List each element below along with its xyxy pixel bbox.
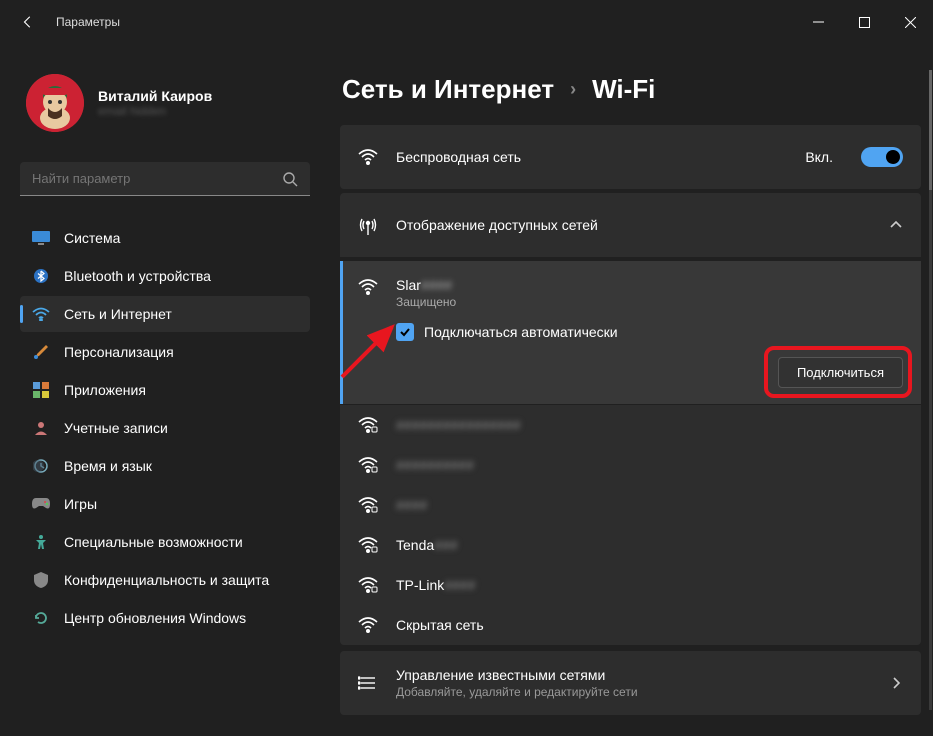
search-box[interactable] bbox=[20, 162, 310, 196]
apps-icon bbox=[32, 381, 50, 399]
auto-connect-checkbox[interactable] bbox=[396, 323, 414, 341]
back-button[interactable] bbox=[12, 6, 44, 38]
arrow-left-icon bbox=[21, 15, 35, 29]
sidebar: Виталий Каиров email hidden Система Blue… bbox=[20, 44, 310, 724]
bluetooth-icon bbox=[32, 267, 50, 285]
maximize-button[interactable] bbox=[841, 6, 887, 38]
network-item[interactable]: TP-Link#### bbox=[340, 565, 921, 605]
window-title: Параметры bbox=[56, 15, 120, 29]
breadcrumb: Сеть и Интернет › Wi-Fi bbox=[340, 74, 921, 105]
nav-label: Время и язык bbox=[64, 458, 152, 474]
nav-time[interactable]: Время и язык bbox=[20, 448, 310, 484]
network-status: Защищено bbox=[396, 295, 456, 309]
network-item[interactable]: ########## bbox=[340, 445, 921, 485]
nav-label: Конфиденциальность и защита bbox=[64, 572, 269, 588]
network-item[interactable]: Скрытая сеть bbox=[340, 605, 921, 645]
user-email: email hidden bbox=[98, 104, 212, 118]
wifi-icon bbox=[358, 617, 378, 633]
titlebar: Параметры bbox=[0, 0, 933, 44]
clock-icon bbox=[32, 457, 50, 475]
wifi-icon bbox=[358, 577, 378, 593]
antenna-icon bbox=[358, 215, 378, 235]
available-networks-header[interactable]: Отображение доступных сетей bbox=[340, 193, 921, 257]
toggle-state: Вкл. bbox=[805, 149, 833, 165]
breadcrumb-current: Wi-Fi bbox=[592, 74, 655, 105]
minimize-button[interactable] bbox=[795, 6, 841, 38]
nav-bluetooth[interactable]: Bluetooth и устройства bbox=[20, 258, 310, 294]
wireless-label: Беспроводная сеть bbox=[396, 149, 521, 165]
nav-label: Bluetooth и устройства bbox=[64, 268, 211, 284]
user-block[interactable]: Виталий Каиров email hidden bbox=[20, 44, 310, 144]
brush-icon bbox=[32, 343, 50, 361]
gamepad-icon bbox=[32, 495, 50, 513]
nav-label: Персонализация bbox=[64, 344, 174, 360]
close-button[interactable] bbox=[887, 6, 933, 38]
nav-gaming[interactable]: Игры bbox=[20, 486, 310, 522]
network-item[interactable]: ################ bbox=[340, 405, 921, 445]
person-icon bbox=[32, 419, 50, 437]
nav-apps[interactable]: Приложения bbox=[20, 372, 310, 408]
connect-button[interactable]: Подключиться bbox=[778, 357, 903, 388]
network-list: ################ ########## #### Tenda##… bbox=[340, 405, 921, 645]
nav-privacy[interactable]: Конфиденциальность и защита bbox=[20, 562, 310, 598]
wifi-icon bbox=[358, 417, 378, 433]
manage-title: Управление известными сетями bbox=[396, 667, 638, 683]
check-icon bbox=[399, 326, 411, 338]
list-icon bbox=[358, 675, 378, 691]
update-icon bbox=[32, 609, 50, 627]
nav-system[interactable]: Система bbox=[20, 220, 310, 256]
nav-label: Система bbox=[64, 230, 120, 246]
scrollbar[interactable] bbox=[929, 70, 932, 710]
chevron-right-icon: › bbox=[570, 79, 576, 100]
nav-accounts[interactable]: Учетные записи bbox=[20, 410, 310, 446]
network-name: Slar#### bbox=[396, 277, 456, 293]
wifi-icon bbox=[358, 457, 378, 473]
wifi-icon bbox=[358, 149, 378, 165]
manage-sub: Добавляйте, удаляйте и редактируйте сети bbox=[396, 685, 638, 699]
nav-personalization[interactable]: Персонализация bbox=[20, 334, 310, 370]
monitor-icon bbox=[32, 229, 50, 247]
wifi-icon bbox=[358, 537, 378, 553]
nav-accessibility[interactable]: Специальные возможности bbox=[20, 524, 310, 560]
nav-update[interactable]: Центр обновления Windows bbox=[20, 600, 310, 636]
search-icon bbox=[282, 171, 298, 187]
nav: Система Bluetooth и устройства Сеть и Ин… bbox=[20, 220, 310, 636]
manage-networks[interactable]: Управление известными сетями Добавляйте,… bbox=[340, 651, 921, 715]
wifi-icon bbox=[358, 497, 378, 513]
auto-connect-label: Подключаться автоматически bbox=[424, 324, 618, 340]
wifi-icon bbox=[358, 279, 378, 295]
accessibility-icon bbox=[32, 533, 50, 551]
nav-label: Приложения bbox=[64, 382, 146, 398]
nav-label: Игры bbox=[64, 496, 97, 512]
selected-network[interactable]: Slar#### Защищено Подключаться автоматич… bbox=[340, 261, 921, 404]
breadcrumb-parent[interactable]: Сеть и Интернет bbox=[342, 74, 554, 105]
nav-label: Центр обновления Windows bbox=[64, 610, 246, 626]
search-input[interactable] bbox=[32, 171, 282, 186]
chevron-right-icon bbox=[889, 676, 903, 690]
wifi-icon bbox=[32, 305, 50, 323]
wireless-toggle[interactable] bbox=[861, 147, 903, 167]
nav-label: Сеть и Интернет bbox=[64, 306, 172, 322]
nav-label: Специальные возможности bbox=[64, 534, 243, 550]
available-label: Отображение доступных сетей bbox=[396, 217, 598, 233]
network-item[interactable]: Tenda### bbox=[340, 525, 921, 565]
nav-label: Учетные записи bbox=[64, 420, 168, 436]
avatar bbox=[26, 74, 84, 132]
user-name: Виталий Каиров bbox=[98, 88, 212, 104]
nav-network[interactable]: Сеть и Интернет bbox=[20, 296, 310, 332]
shield-icon bbox=[32, 571, 50, 589]
chevron-up-icon bbox=[889, 218, 903, 232]
network-item[interactable]: #### bbox=[340, 485, 921, 525]
main: Сеть и Интернет › Wi-Fi Беспроводная сет… bbox=[340, 44, 921, 724]
wireless-panel[interactable]: Беспроводная сеть Вкл. bbox=[340, 125, 921, 189]
